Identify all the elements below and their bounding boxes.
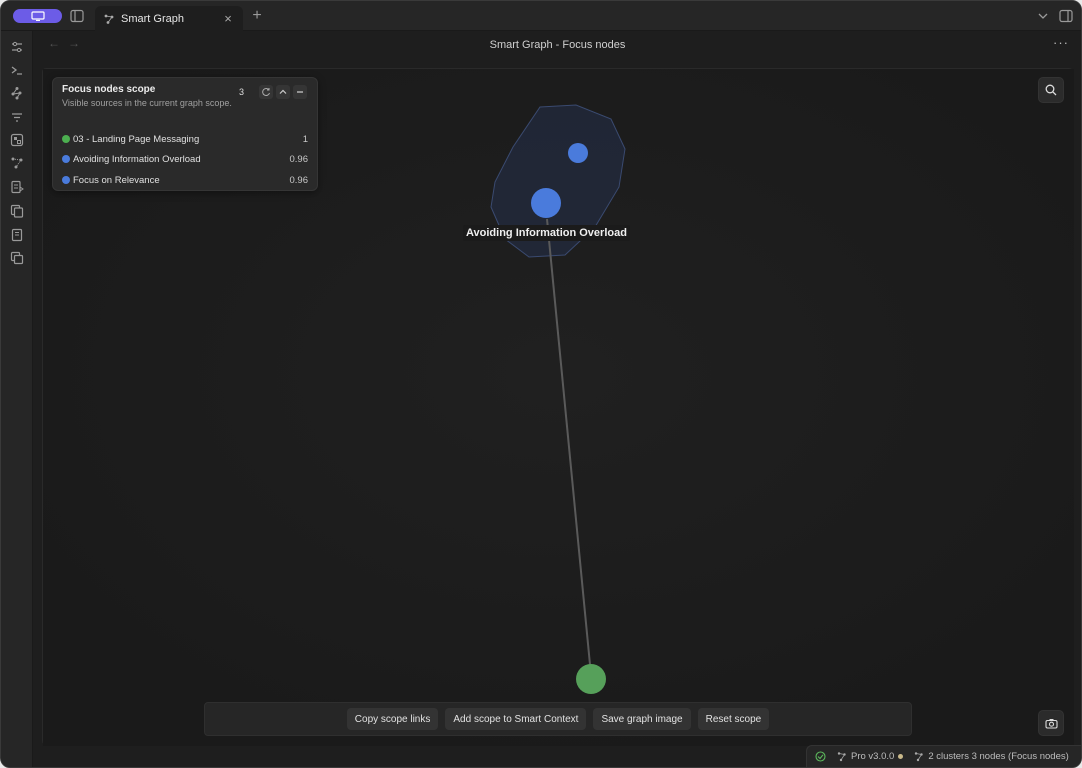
status-bar: Pro v3.0.0 2 clusters 3 nodes (Focus nod… — [806, 745, 1081, 767]
graph-node-landing-page-messaging — [576, 664, 606, 694]
copy-icon[interactable] — [9, 203, 25, 219]
list-item-score: 1 — [302, 133, 308, 145]
screenshot-button[interactable] — [1038, 710, 1064, 736]
plugin-version-status[interactable]: Pro v3.0.0 — [836, 751, 904, 762]
tab-label: Smart Graph — [121, 12, 184, 25]
new-tab-icon[interactable]: + — [249, 7, 265, 24]
vault-switcher-button[interactable] — [13, 9, 62, 23]
chevron-down-icon[interactable] — [1035, 8, 1051, 24]
green-dot-icon — [62, 135, 70, 143]
chevron-up-icon[interactable] — [276, 85, 290, 99]
list-item-label: Focus on Relevance — [73, 174, 160, 186]
smart-graph-icon — [104, 14, 114, 24]
app-window: Smart Graph × + ← → Smart Graph - Focus … — [0, 0, 1082, 768]
layers-icon[interactable] — [9, 250, 25, 266]
list-item[interactable]: Avoiding Information Overload 0.96 — [62, 152, 308, 166]
scope-panel-title: Focus nodes scope — [62, 84, 156, 95]
blue-dot-icon — [62, 176, 70, 184]
tab-smart-graph[interactable]: Smart Graph × — [95, 6, 243, 31]
search-icon — [1045, 84, 1057, 96]
smart-graph-icon — [837, 752, 846, 762]
graph-node-avoiding-information-overload — [531, 188, 561, 218]
list-item[interactable]: Focus on Relevance 0.96 — [62, 173, 308, 187]
tab-bar: Smart Graph × + — [1, 1, 1081, 31]
minimize-icon[interactable] — [293, 85, 307, 99]
graph-stats-label: 2 clusters 3 nodes (Focus nodes) — [928, 751, 1069, 762]
search-button[interactable] — [1038, 77, 1064, 103]
camera-icon — [1044, 718, 1058, 729]
scope-count: 3 — [239, 87, 245, 97]
version-label: Pro v3.0.0 — [851, 751, 895, 762]
scope-panel-description: Visible sources in the current graph sco… — [62, 98, 232, 108]
blue-dot-icon — [62, 155, 70, 163]
sync-status[interactable] — [815, 751, 826, 762]
list-item-score: 0.96 — [289, 174, 309, 186]
focus-scope-panel: Focus nodes scope Visible sources in the… — [52, 77, 318, 191]
copy-scope-links-button[interactable]: Copy scope links — [346, 708, 439, 730]
note-icon[interactable] — [9, 179, 25, 195]
list-item-score: 0.96 — [289, 153, 309, 165]
graph-toolbar: Copy scope links Add scope to Smart Cont… — [204, 702, 912, 736]
reset-scope-button[interactable]: Reset scope — [697, 708, 770, 730]
page-title: Smart Graph - Focus nodes — [489, 38, 626, 51]
right-sidebar-toggle-icon[interactable] — [1058, 8, 1074, 24]
left-ribbon — [1, 31, 33, 767]
save-graph-image-button[interactable]: Save graph image — [593, 708, 691, 730]
forward-arrow-icon[interactable]: → — [68, 36, 80, 50]
smart-graph-icon[interactable] — [9, 155, 25, 171]
sliders-icon[interactable] — [9, 39, 25, 55]
node-label: Avoiding Information Overload — [463, 225, 630, 241]
add-scope-to-smart-context-button[interactable]: Add scope to Smart Context — [445, 708, 587, 730]
back-arrow-icon[interactable]: ← — [48, 36, 60, 50]
more-options-icon[interactable]: ··· — [1053, 35, 1069, 50]
monitor-icon — [30, 11, 45, 21]
filter-icon[interactable] — [9, 109, 25, 125]
sidebar-toggle-icon[interactable] — [69, 8, 85, 24]
list-item[interactable]: 03 - Landing Page Messaging 1 — [62, 132, 308, 146]
canvas-icon[interactable] — [9, 132, 25, 148]
view-header: ← → Smart Graph - Focus nodes ··· — [34, 31, 1081, 58]
list-item-label: Avoiding Information Overload — [73, 153, 201, 165]
graph-node-focus-on-relevance — [568, 143, 588, 163]
book-icon[interactable] — [9, 227, 25, 243]
graph-stats-status[interactable]: 2 clusters 3 nodes (Focus nodes) — [913, 751, 1069, 762]
graph-icon[interactable] — [9, 85, 25, 101]
smart-graph-icon — [915, 752, 924, 762]
check-circle-icon — [815, 751, 826, 762]
terminal-icon[interactable] — [9, 62, 25, 78]
refresh-icon[interactable] — [259, 85, 273, 99]
status-dot-icon — [898, 754, 904, 759]
list-item-label: 03 - Landing Page Messaging — [73, 133, 200, 145]
close-icon[interactable]: × — [221, 11, 235, 26]
